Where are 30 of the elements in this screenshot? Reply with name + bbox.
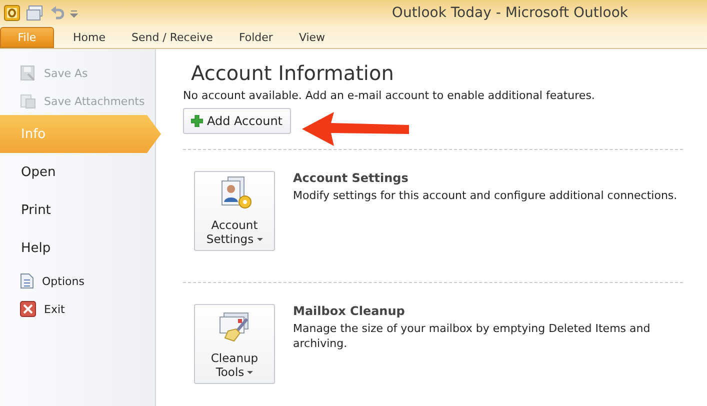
option-title: Mailbox Cleanup [293,304,406,318]
close-icon [20,301,36,317]
attachment-icon [20,93,36,109]
send-receive-icon[interactable] [26,4,44,20]
envelope-broom-icon [218,311,252,343]
ribbon-tab[interactable]: Send / Receive [118,27,226,48]
dropdown-button[interactable]: Cleanup Tools [194,304,275,384]
sidebar-command[interactable]: Options [0,267,155,295]
sidebar-item[interactable]: Print [0,191,155,229]
document-icon [20,273,34,289]
option-title: Account Settings [293,171,410,185]
sidebar-item[interactable]: Help [0,229,155,267]
app-logo-icon[interactable] [4,4,20,20]
option-description: Manage the size of your mailbox by emptying Deleted Items and archiving. [293,321,652,351]
caret-icon [256,238,263,242]
save-icon [20,65,36,81]
window-title: Outlook Today - Microsoft Outlook [392,4,628,20]
option-description: Modify settings for this account and configure additional connections. [293,188,678,203]
info-message: No account available. Add an e-mail account to enable additional features. [183,89,596,102]
ribbon-tab[interactable]: Home [60,27,118,48]
sidebar-item[interactable]: Open [0,153,155,191]
ribbon-tab[interactable]: Folder [226,27,286,48]
caret-icon [247,370,254,375]
ribbon-tab[interactable]: View [286,27,338,48]
section-heading: Account Information [191,61,395,85]
sidebar-command[interactable]: Exit [0,295,155,323]
dropdown-button[interactable]: Account Settings [194,171,275,251]
add-account-button[interactable]: Add Account [183,108,290,134]
undo-icon[interactable] [50,6,64,20]
plus-icon [191,115,203,127]
